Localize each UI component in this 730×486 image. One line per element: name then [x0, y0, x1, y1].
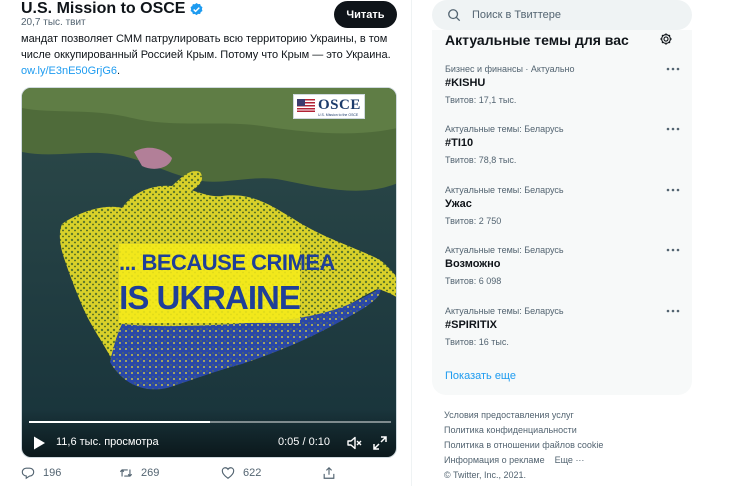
tweet-text-line: числе оккупированный Россией Крым. Потом…	[21, 49, 391, 61]
trend-item[interactable]: Бизнес и финансы · Актуально #KISHU Твит…	[432, 64, 692, 124]
video-time: 0:05 / 0:10	[278, 436, 330, 448]
retweet-icon	[119, 469, 133, 477]
tweet-link-line: ow.ly/E3nE50GrjG6.	[21, 63, 401, 79]
trend-name: #KISHU	[445, 77, 486, 89]
share-icon	[323, 466, 335, 479]
tweet-link-suffix: .	[117, 65, 121, 77]
osce-logo-text: OSCE	[318, 97, 361, 113]
reply-icon	[21, 467, 35, 480]
like-action[interactable]: 622	[221, 466, 261, 480]
osce-logo-subtext: U.S. Mission to the OSCE	[318, 113, 359, 117]
trend-item[interactable]: Актуальные темы: Беларусь Возможно Твито…	[432, 245, 692, 305]
more-options-icon[interactable]	[666, 126, 680, 132]
trends-panel: Актуальные темы для вас Бизнес и финансы…	[432, 30, 692, 395]
view-count: 11,6 тыс. просмотра	[56, 436, 159, 448]
tweet-count: 20,7 тыс. твит	[21, 17, 86, 28]
tweet-link[interactable]: ow.ly/E3nE50GrjG6	[21, 65, 117, 77]
more-options-icon[interactable]	[666, 308, 680, 314]
share-action[interactable]	[322, 466, 336, 480]
reply-action[interactable]: 196	[21, 466, 61, 480]
trend-count: Твитов: 17,1 тыс.	[445, 95, 517, 105]
search-bar[interactable]	[432, 0, 692, 30]
trend-meta: Актуальные темы: Беларусь	[445, 124, 564, 134]
settings-gear-icon[interactable]	[659, 32, 673, 46]
video-progress-track[interactable]	[29, 421, 391, 423]
retweet-action[interactable]: 269	[119, 466, 159, 480]
trend-name: Возможно	[445, 258, 501, 270]
footer-link-ads[interactable]: Информация о рекламе	[444, 455, 545, 465]
trend-meta: Актуальные темы: Беларусь	[445, 185, 564, 195]
banner-line1: ... BECAUSE CRIMEA	[119, 250, 335, 275]
trend-item[interactable]: Актуальные темы: Беларусь Ужас Твитов: 2…	[432, 185, 692, 245]
trend-name: #TI10	[445, 137, 474, 149]
tweet-column: U.S. Mission to OSCE 20,7 тыс. твит Чита…	[0, 0, 412, 486]
us-flag-icon	[297, 99, 315, 112]
more-options-icon[interactable]	[666, 187, 680, 193]
show-more-link[interactable]: Показать еще	[445, 370, 516, 382]
reply-count: 196	[43, 467, 62, 479]
video-banner: ... BECAUSE CRIMEA IS UKRAINE	[119, 244, 335, 323]
trend-item[interactable]: Актуальные темы: Беларусь #SPIRITIX Твит…	[432, 306, 692, 366]
tweet-text: мандат позволяет СММ патрулировать всю т…	[21, 31, 401, 79]
verified-badge-icon	[191, 2, 203, 15]
tweet-video[interactable]: OSCE U.S. Mission to the OSCE ... BECAUS…	[21, 87, 397, 458]
trend-meta: Актуальные темы: Беларусь	[445, 306, 564, 316]
footer-link-more[interactable]: Еще ···	[555, 455, 585, 465]
video-progress-fill	[29, 421, 210, 423]
osce-logo: OSCE U.S. Mission to the OSCE	[293, 94, 365, 119]
footer-link-cookies[interactable]: Политика в отношении файлов cookie	[444, 438, 694, 453]
video-controls: 11,6 тыс. просмотра 0:05 / 0:10	[22, 409, 396, 457]
trend-count: Твитов: 16 тыс.	[445, 337, 509, 347]
search-input[interactable]	[472, 6, 672, 24]
play-icon[interactable]	[31, 435, 47, 451]
volume-muted-icon[interactable]	[346, 435, 362, 451]
tweet-text-line: мандат позволяет СММ патрулировать всю т…	[21, 33, 388, 45]
footer-copyright: © Twitter, Inc., 2021.	[444, 470, 527, 480]
account-name-row: U.S. Mission to OSCE	[21, 0, 204, 18]
more-options-icon[interactable]	[666, 247, 680, 253]
profile-header: U.S. Mission to OSCE 20,7 тыс. твит Чита…	[0, 0, 411, 30]
trend-count: Твитов: 2 750	[445, 216, 502, 226]
read-button[interactable]: Читать	[334, 1, 397, 28]
footer-link-privacy[interactable]: Политика конфиденциальности	[444, 423, 694, 438]
fullscreen-icon[interactable]	[372, 435, 388, 451]
footer-links: Условия предоставления услуг Политика ко…	[444, 408, 694, 483]
trend-item[interactable]: Актуальные темы: Беларусь #TI10 Твитов: …	[432, 124, 692, 184]
trend-count: Твитов: 6 098	[445, 276, 502, 286]
trend-count: Твитов: 78,8 тыс.	[445, 155, 517, 165]
tweet-actions: 196 269 622	[21, 466, 401, 486]
like-count: 622	[243, 467, 262, 479]
trends-title: Актуальные темы для вас	[445, 32, 629, 48]
footer-link-terms[interactable]: Условия предоставления услуг	[444, 408, 694, 423]
trend-name: #SPIRITIX	[445, 319, 497, 331]
trend-name: Ужас	[445, 198, 472, 210]
trend-meta: Актуальные темы: Беларусь	[445, 245, 564, 255]
more-options-icon[interactable]	[666, 66, 680, 72]
heart-icon	[221, 467, 235, 479]
trend-meta: Бизнес и финансы · Актуально	[445, 64, 575, 74]
retweet-count: 269	[141, 467, 160, 479]
banner-line2: IS UKRAINE	[119, 279, 301, 316]
search-icon	[448, 9, 461, 22]
footer-row: Информация о рекламе Еще ···	[444, 453, 694, 468]
account-name[interactable]: U.S. Mission to OSCE	[21, 0, 185, 18]
